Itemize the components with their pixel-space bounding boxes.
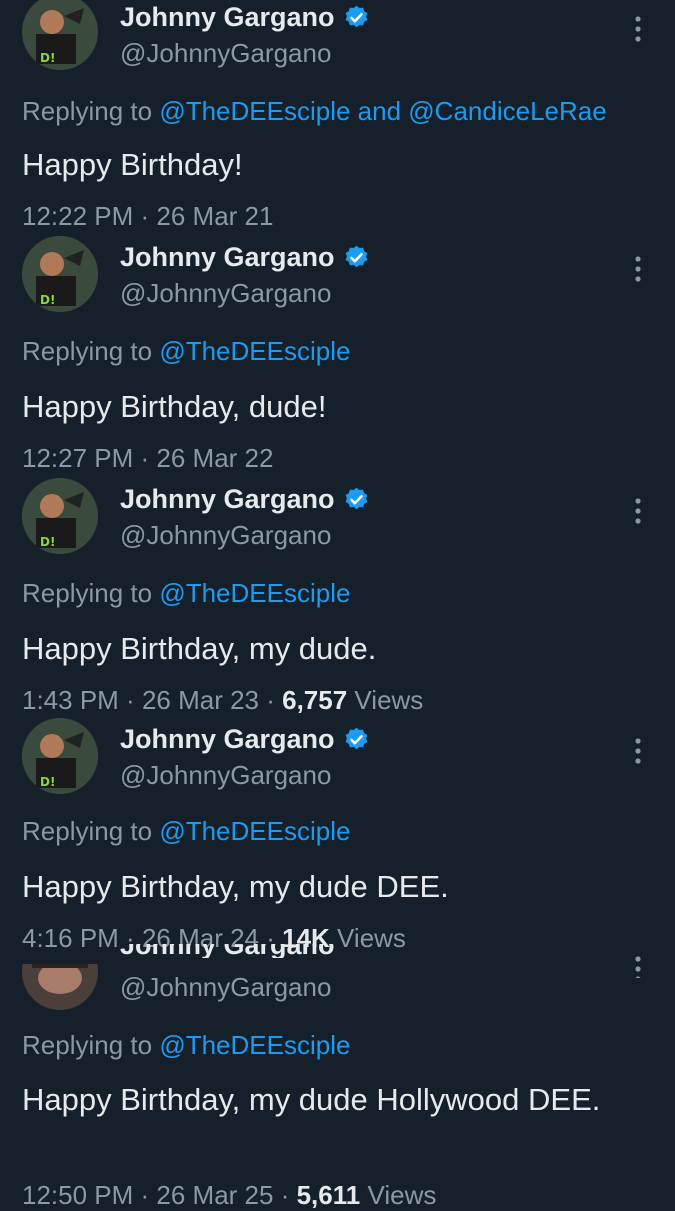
tweet-date[interactable]: 26 Mar 22 [156,443,273,473]
tweet-meta: 12:22 PM · 26 Mar 21 [22,201,273,232]
views-label[interactable]: Views [360,1180,436,1210]
separator: · [133,201,157,231]
more-options-icon[interactable] [626,14,650,44]
tweet-text: Happy Birthday, my dude DEE. [22,869,449,904]
replying-label: Replying to [22,1030,160,1060]
author-name[interactable]: Johnny Gargano [120,242,335,273]
author-handle[interactable]: @JohnnyGargano [120,38,331,69]
tweet-meta: 12:27 PM · 26 Mar 22 [22,443,273,474]
svg-text:D!: D! [40,293,55,307]
author-handle[interactable]: @JohnnyGargano [120,760,331,791]
tweet-text: Happy Birthday! [22,147,243,182]
svg-text:D!: D! [40,535,55,549]
replying-label: Replying to [22,96,160,126]
author-name[interactable]: Johnny Gargano [120,2,335,33]
replying-label: Replying to [22,578,160,608]
mention-link[interactable]: @CandiceLeRae [408,96,606,126]
replying-label: Replying to [22,336,160,366]
replying-to: Replying to @TheDEEsciple [22,578,350,609]
svg-text:D!: D! [40,51,55,65]
separator: · [133,443,157,473]
tweet-text: Happy Birthday, my dude. [22,631,377,666]
author-name[interactable]: Johnny Gargano [120,484,335,515]
author-handle[interactable]: @JohnnyGargano [120,972,331,1003]
verified-badge-icon [343,244,370,271]
more-options-icon[interactable] [626,954,650,978]
mention-link[interactable]: @TheDEEsciple [159,578,350,608]
more-options-icon[interactable] [626,496,650,526]
separator: · [133,1180,157,1210]
avatar[interactable]: D! [22,0,98,70]
tweet-time[interactable]: 4:16 PM [22,923,119,953]
tweet-meta: 12:50 PM · 26 Mar 25 · 5,611 Views [22,1180,436,1211]
avatar[interactable]: D! [22,718,98,794]
tweet-text: Happy Birthday, my dude Hollywood DEE. [22,1082,601,1117]
more-options-icon[interactable] [626,736,650,766]
and-text: and [350,96,409,126]
mention-link[interactable]: @TheDEEsciple [159,816,350,846]
tweet-time[interactable]: 12:50 PM [22,1180,133,1210]
views-count[interactable]: 5,611 [297,1180,361,1210]
tweet-time[interactable]: 12:27 PM [22,443,133,473]
separator: · [118,685,142,715]
verified-badge-icon [343,726,370,753]
avatar[interactable]: D! [22,236,98,312]
verified-badge-icon [343,4,370,31]
views-label[interactable]: Views [347,685,423,715]
avatar[interactable]: D! [22,478,98,554]
mention-link[interactable]: @TheDEEsciple [159,336,350,366]
tweet-meta: 1:43 PM · 26 Mar 23 · 6,757 Views [22,685,423,716]
tweet-text: Happy Birthday, dude! [22,389,327,424]
replying-to: Replying to @TheDEEsciple [22,1030,350,1061]
separator: · [273,1180,297,1210]
views-label[interactable]: Views [330,923,406,953]
mention-link[interactable]: @TheDEEsciple [159,1030,350,1060]
separator: · [259,685,283,715]
replying-label: Replying to [22,816,160,846]
mention-link[interactable]: @TheDEEsciple [159,96,350,126]
tweet-date[interactable]: 26 Mar 21 [156,201,273,231]
verified-badge-icon [343,486,370,513]
tweet-time[interactable]: 12:22 PM [22,201,133,231]
author-name[interactable]: Johnny Gargano [120,944,335,958]
svg-text:D!: D! [40,775,55,789]
author-name[interactable]: Johnny Gargano [120,724,335,755]
replying-to: Replying to @TheDEEsciple [22,336,350,367]
author-handle[interactable]: @JohnnyGargano [120,520,331,551]
tweet-date[interactable]: 26 Mar 23 [142,685,259,715]
replying-to: Replying to @TheDEEsciple [22,816,350,847]
tweet-time[interactable]: 1:43 PM [22,685,119,715]
author-handle[interactable]: @JohnnyGargano [120,278,331,309]
more-options-icon[interactable] [626,254,650,284]
tweet-date[interactable]: 26 Mar 25 [156,1180,273,1210]
views-count[interactable]: 6,757 [282,685,347,715]
replying-to: Replying to @TheDEEsciple and @CandiceLe… [22,96,607,127]
